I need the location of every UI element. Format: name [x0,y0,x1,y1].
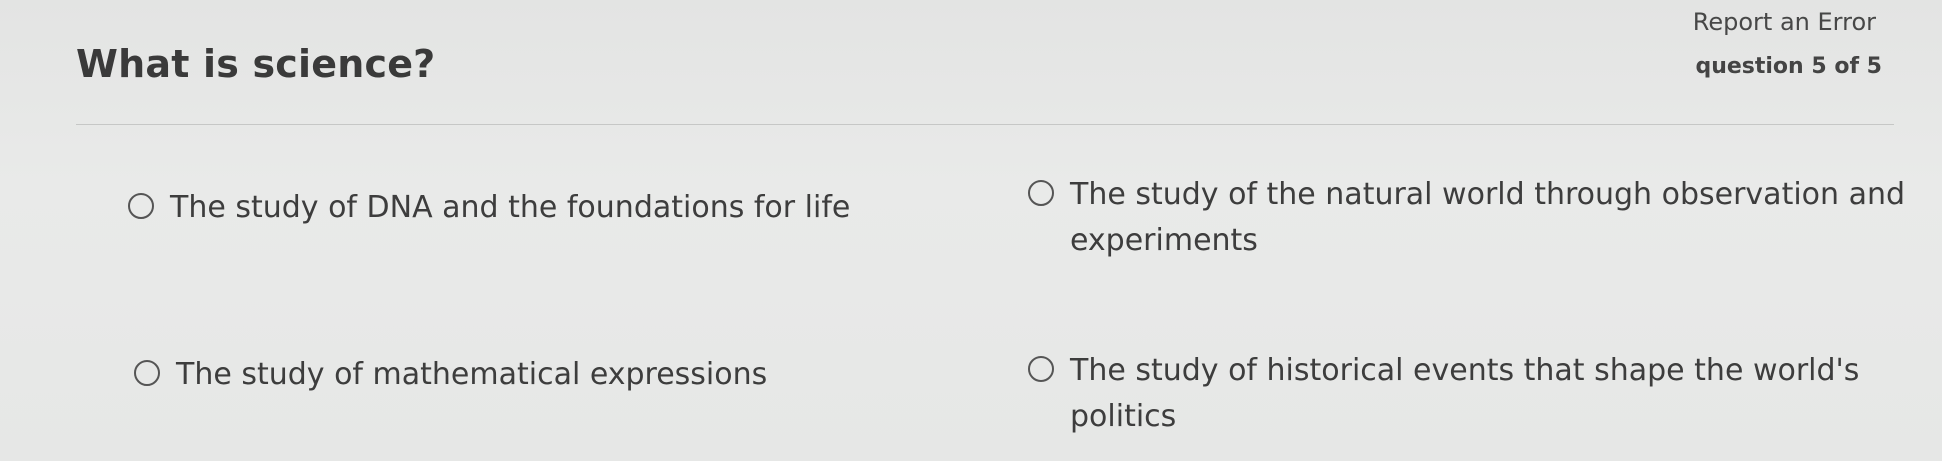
divider [76,124,1894,125]
answer-option-1-label: The study of DNA and the foundations for… [170,190,851,225]
radio-button-3[interactable] [134,360,160,386]
answer-option-3-label: The study of mathematical expressions [176,357,768,392]
answer-option-4-label: The study of historical events that shap… [1070,353,1860,434]
question-progress: question 5 of 5 [1695,54,1882,79]
radio-button-2[interactable] [1028,180,1054,206]
radio-button-4[interactable] [1028,356,1054,382]
answer-option-4[interactable]: The study of historical events that shap… [1028,348,1918,440]
answer-option-2[interactable]: The study of the natural world through o… [1028,172,1918,264]
answer-option-2-label: The study of the natural world through o… [1070,177,1906,258]
radio-button-1[interactable] [128,193,154,219]
answer-option-3[interactable]: The study of mathematical expressions [134,352,894,398]
report-error-link[interactable]: Report an Error [1693,8,1876,36]
question-title: What is science? [76,42,436,86]
answer-option-1[interactable]: The study of DNA and the foundations for… [128,185,888,231]
